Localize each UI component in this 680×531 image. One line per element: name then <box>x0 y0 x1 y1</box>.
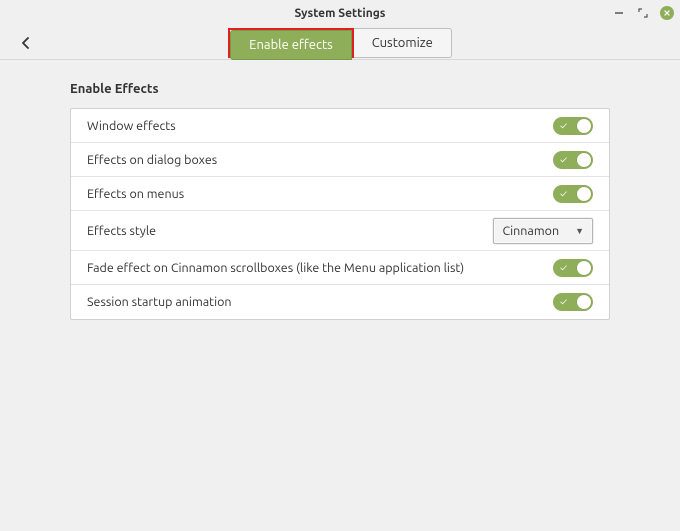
content-area: Enable Effects Window effects ✓ Effects … <box>0 60 680 320</box>
check-icon: ✓ <box>560 297 567 307</box>
toggle-knob <box>577 261 591 275</box>
row-label: Window effects <box>87 119 176 133</box>
toggle-window-effects[interactable]: ✓ <box>553 117 593 135</box>
toggle-session-startup[interactable]: ✓ <box>553 293 593 311</box>
window-controls <box>612 0 674 26</box>
row-menu-effects: Effects on menus ✓ <box>71 177 609 211</box>
tab-group: Enable effects Customize <box>228 28 452 58</box>
close-button[interactable] <box>660 6 674 20</box>
toggle-knob <box>577 187 591 201</box>
row-effects-style: Effects style Cinnamon ▼ <box>71 211 609 251</box>
select-effects-style[interactable]: Cinnamon ▼ <box>493 218 593 244</box>
minimize-button[interactable] <box>612 6 626 20</box>
settings-panel: Window effects ✓ Effects on dialog boxes… <box>70 108 610 320</box>
titlebar: System Settings <box>0 0 680 26</box>
row-label: Effects on dialog boxes <box>87 153 217 167</box>
row-window-effects: Window effects ✓ <box>71 109 609 143</box>
tab-enable-effects[interactable]: Enable effects <box>230 30 352 60</box>
section-title: Enable Effects <box>70 82 610 96</box>
back-button[interactable] <box>14 26 38 60</box>
toggle-fade-scrollboxes[interactable]: ✓ <box>553 259 593 277</box>
check-icon: ✓ <box>560 189 567 199</box>
chevron-down-icon: ▼ <box>575 226 584 236</box>
row-session-startup: Session startup animation ✓ <box>71 285 609 319</box>
toggle-knob <box>577 295 591 309</box>
toggle-menu-effects[interactable]: ✓ <box>553 185 593 203</box>
row-label: Session startup animation <box>87 295 232 309</box>
row-label: Effects style <box>87 224 156 238</box>
select-value: Cinnamon <box>502 224 559 238</box>
check-icon: ✓ <box>560 155 567 165</box>
check-icon: ✓ <box>560 121 567 131</box>
row-label: Effects on menus <box>87 187 184 201</box>
row-fade-scrollboxes: Fade effect on Cinnamon scrollboxes (lik… <box>71 251 609 285</box>
window-title: System Settings <box>295 7 386 20</box>
tab-customize-label: Customize <box>372 36 433 50</box>
row-dialog-effects: Effects on dialog boxes ✓ <box>71 143 609 177</box>
row-label: Fade effect on Cinnamon scrollboxes (lik… <box>87 261 464 275</box>
tab-customize[interactable]: Customize <box>354 28 452 58</box>
tab-enable-effects-label: Enable effects <box>249 38 333 52</box>
toolbar: Enable effects Customize <box>0 26 680 60</box>
tab-highlight: Enable effects <box>228 28 354 58</box>
toggle-knob <box>577 119 591 133</box>
check-icon: ✓ <box>560 263 567 273</box>
toggle-knob <box>577 153 591 167</box>
toggle-dialog-effects[interactable]: ✓ <box>553 151 593 169</box>
maximize-button[interactable] <box>636 6 650 20</box>
